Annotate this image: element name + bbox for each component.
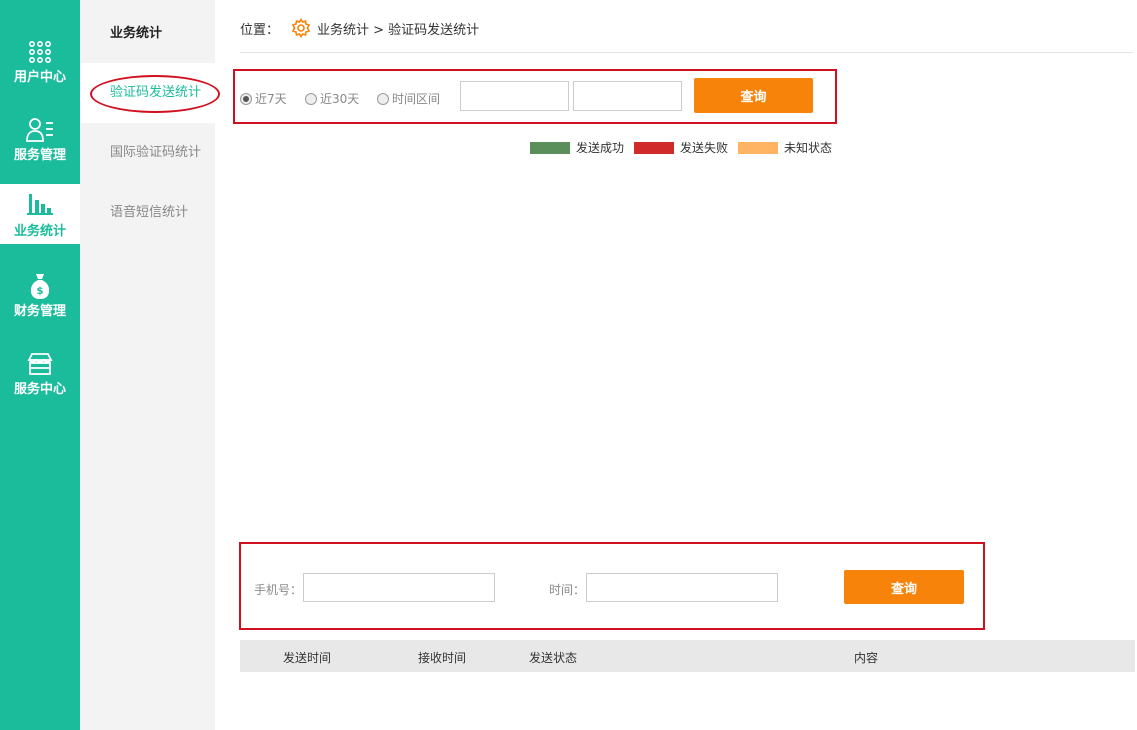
- start-date-input[interactable]: [460, 81, 569, 111]
- legend-swatch: [530, 141, 570, 154]
- legend-item-success: 发送成功: [530, 139, 624, 156]
- nav-label: 服务中心: [13, 382, 66, 397]
- sub-item-label: 验证码发送统计: [110, 85, 202, 100]
- radio-label: 近30天: [320, 92, 360, 106]
- legend-label: 未知状态: [784, 141, 833, 155]
- column-header-content: 内容: [854, 651, 879, 665]
- user-list-icon: [0, 116, 80, 144]
- chart-legend: 发送成功 发送失败 未知状态: [530, 139, 842, 156]
- sub-item-label: 国际验证码统计: [110, 145, 202, 160]
- sub-item-voice-sms-stats[interactable]: 语音短信统计: [80, 183, 215, 243]
- nav-item-business-stats[interactable]: 业务统计: [0, 184, 80, 244]
- column-header-status: 发送状态: [529, 651, 578, 665]
- legend-label: 发送失败: [680, 141, 729, 155]
- legend-swatch: [634, 141, 675, 154]
- end-date-input[interactable]: [573, 81, 682, 111]
- nav-item-finance[interactable]: $ 财务管理: [0, 264, 80, 342]
- radio-7-days[interactable]: 近7天: [240, 90, 287, 107]
- sub-menu: 业务统计 验证码发送统计 国际验证码统计 语音短信统计: [80, 0, 220, 730]
- radio-label: 时间区间: [392, 92, 441, 106]
- time-input[interactable]: [586, 573, 778, 602]
- breadcrumb-path: 业务统计 > 验证码发送统计: [317, 22, 480, 38]
- nav-item-service-center[interactable]: 服务中心: [0, 342, 80, 420]
- money-bag-icon: $: [0, 272, 80, 300]
- bar-chart-icon: [0, 190, 80, 218]
- divider: [240, 52, 1133, 53]
- nav-item-user-center[interactable]: 用户中心: [0, 30, 80, 108]
- table-header: 发送时间 接收时间 发送状态 内容: [240, 640, 1135, 672]
- nav-label: 服务管理: [13, 148, 66, 163]
- radio-dot: [240, 92, 252, 105]
- nav-label: 业务统计: [13, 224, 66, 239]
- nav-label: 用户中心: [13, 70, 66, 85]
- sub-menu-title: 业务统计: [110, 26, 163, 41]
- phone-input[interactable]: [303, 573, 495, 602]
- radio-time-range[interactable]: 时间区间: [377, 90, 440, 107]
- sub-item-label: 语音短信统计: [110, 205, 189, 220]
- legend-item-fail: 发送失败: [634, 139, 728, 156]
- svg-text:$: $: [37, 286, 44, 297]
- gear-icon: [291, 17, 311, 39]
- column-header-receive-time: 接收时间: [418, 651, 467, 665]
- breadcrumb-prefix: 位置：: [240, 22, 280, 38]
- main-nav: 用户中心 服务管理 业务统计 $ 财务管理 服务中心: [0, 0, 80, 730]
- phone-label: 手机号：: [254, 583, 303, 597]
- radio-30-days[interactable]: 近30天: [305, 90, 359, 107]
- nav-item-service-management[interactable]: 服务管理: [0, 108, 80, 186]
- radio-label: 近7天: [255, 92, 287, 106]
- radio-dot: [305, 92, 317, 105]
- dots-grid-icon: [0, 38, 80, 66]
- search-query-button[interactable]: 查询: [844, 570, 964, 604]
- filter-query-button[interactable]: 查询: [694, 78, 813, 113]
- radio-dot: [377, 92, 389, 105]
- nav-label: 财务管理: [13, 304, 66, 319]
- legend-swatch: [738, 141, 779, 154]
- legend-label: 发送成功: [576, 141, 625, 155]
- breadcrumb: 位置： 业务统计 > 验证码发送统计: [240, 17, 480, 39]
- time-label: 时间：: [549, 583, 586, 597]
- sub-item-intl-captcha-stats[interactable]: 国际验证码统计: [80, 123, 215, 183]
- legend-item-unknown: 未知状态: [738, 139, 832, 156]
- column-header-send-time: 发送时间: [283, 651, 332, 665]
- store-icon: [0, 350, 80, 378]
- sub-item-captcha-stats[interactable]: 验证码发送统计: [80, 63, 220, 123]
